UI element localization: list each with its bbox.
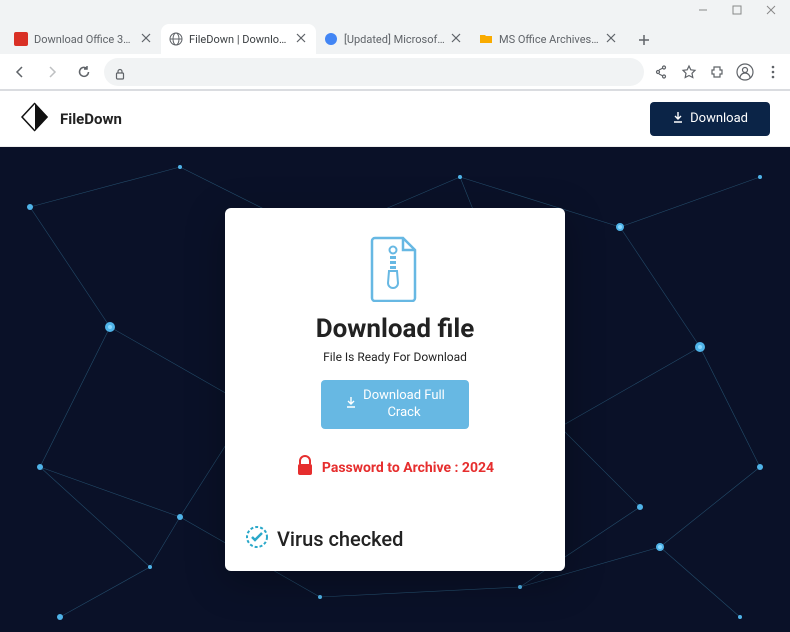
menu-icon[interactable] bbox=[764, 63, 782, 81]
star-icon[interactable] bbox=[680, 63, 698, 81]
tab-3[interactable]: MS Office Archives - Crack 4 PC bbox=[471, 24, 626, 54]
tab-title: FileDown | Download file bbox=[189, 33, 290, 46]
tabstrip: Download Office 365 Pro Plus F FileDown … bbox=[0, 20, 790, 54]
download-card: Download file File Is Ready For Download… bbox=[225, 208, 565, 572]
browser-chrome: Download Office 365 Pro Plus F FileDown … bbox=[0, 0, 790, 91]
site-header: FileDown Download bbox=[0, 91, 790, 147]
virus-checked-label: Virus checked bbox=[277, 527, 403, 551]
zip-file-icon bbox=[245, 236, 545, 306]
password-row: Password to Archive : 2024 bbox=[245, 455, 545, 481]
globe-icon bbox=[169, 32, 183, 46]
header-download-label: Download bbox=[690, 111, 748, 126]
header-download-button[interactable]: Download bbox=[650, 102, 770, 136]
brand-name: FileDown bbox=[60, 110, 122, 128]
close-icon[interactable] bbox=[296, 33, 308, 45]
reload-button[interactable] bbox=[72, 60, 96, 84]
back-button[interactable] bbox=[8, 60, 32, 84]
checkmark-circle-icon bbox=[245, 525, 269, 553]
new-tab-button[interactable] bbox=[630, 26, 658, 54]
brand-logo-icon bbox=[20, 102, 50, 136]
toolbar bbox=[0, 54, 790, 90]
maximize-icon[interactable] bbox=[730, 3, 744, 17]
extensions-icon[interactable] bbox=[708, 63, 726, 81]
lock-icon bbox=[114, 65, 128, 79]
toolbar-right bbox=[652, 63, 782, 81]
close-icon[interactable] bbox=[141, 33, 153, 45]
tab-0[interactable]: Download Office 365 Pro Plus F bbox=[6, 24, 161, 54]
brand[interactable]: FileDown bbox=[20, 102, 122, 136]
download-button-line1: Download Full bbox=[363, 388, 445, 405]
close-icon[interactable] bbox=[764, 3, 778, 17]
download-button-line2: Crack bbox=[387, 405, 420, 422]
favicon-icon bbox=[14, 32, 28, 46]
download-full-crack-button[interactable]: Download Full Crack bbox=[321, 380, 469, 430]
tab-title: [Updated] Microsoft Office Cra… bbox=[344, 33, 445, 46]
omnibox[interactable] bbox=[104, 58, 644, 86]
minimize-icon[interactable] bbox=[696, 3, 710, 17]
padlock-icon bbox=[296, 455, 314, 481]
folder-icon bbox=[479, 32, 493, 46]
close-icon[interactable] bbox=[606, 33, 618, 45]
card-subtitle: File Is Ready For Download bbox=[245, 350, 545, 364]
download-icon bbox=[672, 111, 684, 127]
tab-title: Download Office 365 Pro Plus F bbox=[34, 33, 135, 46]
card-title: Download file bbox=[245, 314, 545, 344]
forward-button[interactable] bbox=[40, 60, 64, 84]
download-icon bbox=[345, 396, 357, 414]
window-controls bbox=[0, 0, 790, 20]
virus-checked-row: Virus checked bbox=[245, 521, 545, 553]
tab-2[interactable]: [Updated] Microsoft Office Cra… bbox=[316, 24, 471, 54]
hero: Download file File Is Ready For Download… bbox=[0, 147, 790, 632]
tab-1[interactable]: FileDown | Download file bbox=[161, 24, 316, 54]
share-icon[interactable] bbox=[652, 63, 670, 81]
page: FileDown Download bbox=[0, 91, 790, 632]
profile-icon[interactable] bbox=[736, 63, 754, 81]
favicon-icon bbox=[324, 32, 338, 46]
close-icon[interactable] bbox=[451, 33, 463, 45]
tab-title: MS Office Archives - Crack 4 PC bbox=[499, 33, 600, 46]
password-label: Password to Archive : 2024 bbox=[322, 460, 494, 476]
